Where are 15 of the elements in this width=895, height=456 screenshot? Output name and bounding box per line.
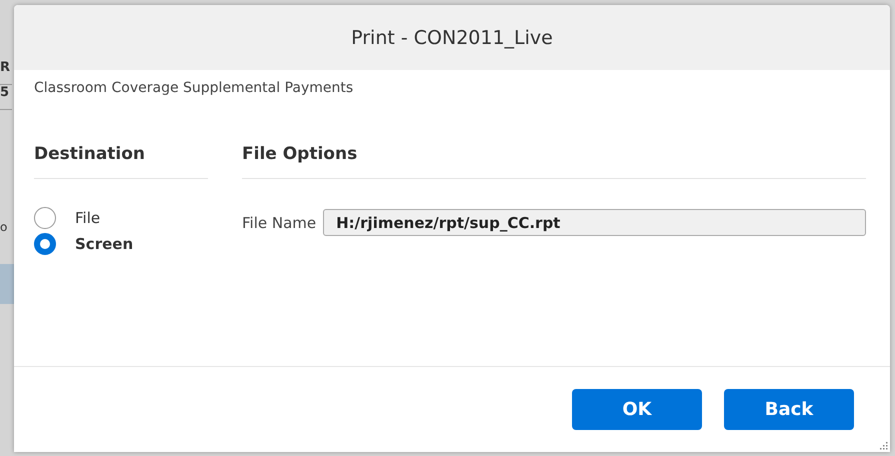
dialog-title: Print - CON2011_Live: [351, 26, 553, 48]
background-row: [0, 264, 14, 304]
background-text: 5: [0, 85, 12, 110]
dialog-button[interactable]: OK: [572, 389, 702, 430]
background-text: R: [0, 60, 12, 85]
field-label: File Name: [242, 214, 316, 232]
radio-option[interactable]: Screen: [34, 233, 208, 255]
report-name: Classroom Coverage Supplemental Payments: [34, 80, 354, 96]
dialog-button[interactable]: Back: [724, 389, 854, 430]
file-name-field[interactable]: H:/rjimenez/rpt/sup_CC.rpt: [323, 209, 866, 236]
radio-option[interactable]: File: [34, 207, 208, 229]
background-text: o: [0, 220, 8, 236]
resize-grip-icon[interactable]: [880, 442, 888, 450]
section-heading: Destination: [34, 144, 146, 164]
section-heading: File Options: [242, 144, 358, 164]
